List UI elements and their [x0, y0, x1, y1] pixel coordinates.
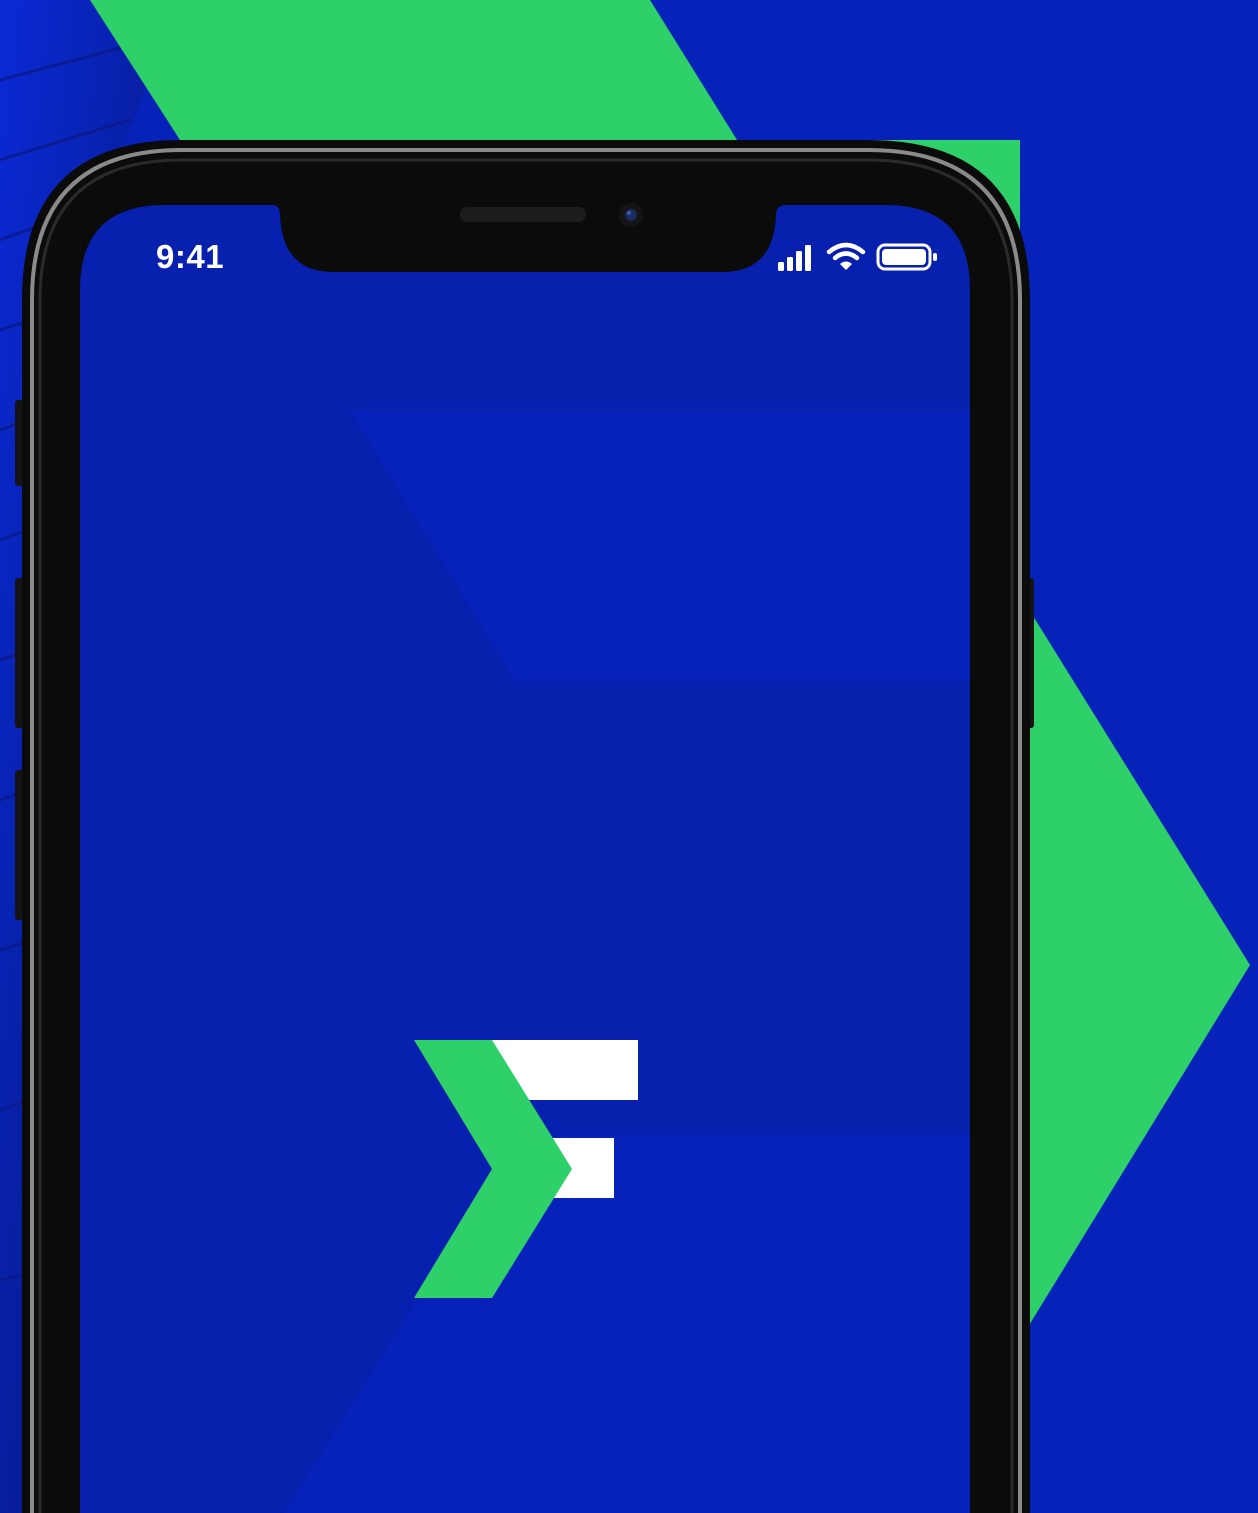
speaker-grille: [460, 207, 586, 222]
status-icons: [776, 242, 944, 278]
app-logo: [414, 1040, 638, 1298]
battery-icon: [876, 242, 940, 277]
status-time: 9:41: [156, 238, 225, 275]
wifi-icon: [826, 242, 866, 277]
cellular-signal-icon: [776, 242, 816, 277]
